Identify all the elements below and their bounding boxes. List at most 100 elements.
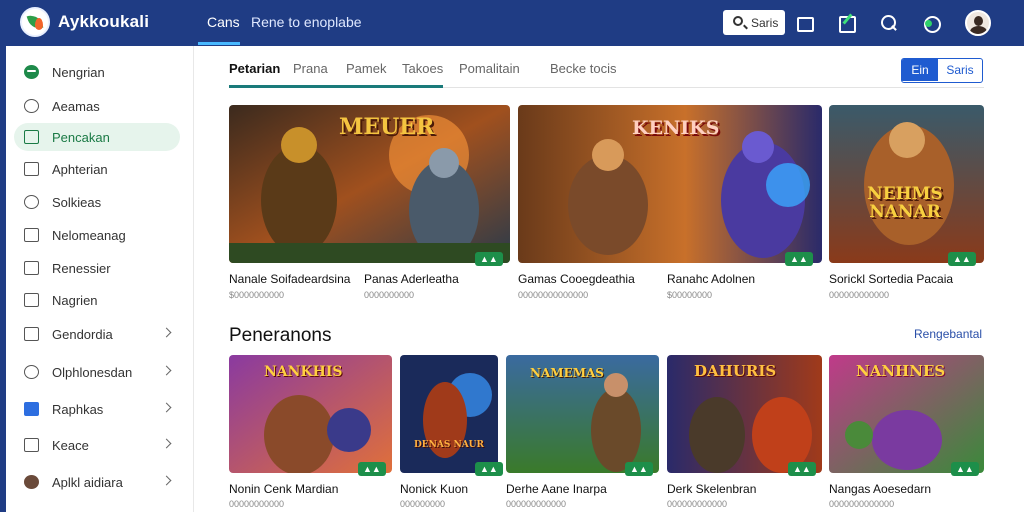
brand-icon [24, 65, 39, 79]
recommended-5-meta: 0000000000000 [829, 499, 895, 509]
sidebar-item-label: Aplkl aidiara [52, 475, 123, 490]
sidebar-item-olphlonesdan[interactable]: Olphlonesdan [14, 358, 180, 386]
sidebar-item-label: Nagrien [52, 293, 98, 308]
featured-3-art-title: KENIKS [632, 117, 720, 139]
sidebar-item-nengrian[interactable]: Nengrian [14, 58, 180, 86]
search-button-label: Saris [751, 16, 779, 30]
featured-3-title[interactable]: Gamas Cooegdeathia [518, 272, 635, 286]
sidebar-item-aplkl-aidiara[interactable]: Aplkl aidiara [14, 468, 180, 496]
view-toggle: Ein Saris [901, 58, 983, 83]
edit-icon[interactable] [838, 13, 858, 33]
user-photo-icon [24, 475, 39, 489]
search-icon [733, 16, 743, 26]
sidebar-item-label: Nelomeanag [52, 228, 126, 243]
recommended-2-title[interactable]: Nonick Kuon [400, 482, 468, 496]
top-tab-explore[interactable]: Rene to enoplabe [251, 14, 362, 30]
chevron-right-icon [161, 402, 172, 413]
featured-1-meta: $0000000000 [229, 290, 285, 300]
recommended-4-title[interactable]: Derk Skelenbran [667, 482, 756, 496]
featured-5-art-title: NEHMS NANAR [867, 184, 943, 222]
sidebar-item-label: Olphlonesdan [52, 365, 133, 380]
rating-badge: ▲▲ [948, 252, 976, 266]
image-icon [24, 402, 39, 416]
rating-badge: ▲▲ [625, 462, 653, 476]
sidebar-item-label: Gendordia [52, 327, 113, 342]
check-icon [24, 261, 39, 275]
recommended-3-meta: 000000000000 [506, 499, 567, 509]
view-toggle-ein[interactable]: Ein [902, 59, 938, 81]
featured-5-title[interactable]: Sorickl Sortedia Pacaia [829, 272, 953, 286]
recommended-5-title[interactable]: Nangas Aoesedarn [829, 482, 931, 496]
chevron-right-icon [161, 327, 172, 338]
tab-petarian[interactable]: Petarian [229, 61, 280, 76]
recommended-3-art-title: NAMEMAS [530, 366, 604, 380]
featured-2-title[interactable]: Panas Aderleatha [364, 272, 459, 286]
user-avatar[interactable] [965, 10, 991, 36]
sidebar-item-label: Pencakan [52, 130, 110, 145]
sidebar-item-raphkas[interactable]: Raphkas [14, 395, 180, 423]
app-title: Aykkoukali [58, 12, 150, 31]
sidebar-item-renessier[interactable]: Renessier [14, 254, 180, 282]
sidebar-item-label: Aphterian [52, 162, 108, 177]
sidebar-item-aeamas[interactable]: Aeamas [14, 92, 180, 120]
recommended-1-art-title: NANKHIS [264, 364, 343, 380]
sidebar-item-label: Aeamas [52, 99, 100, 114]
tab-becke-tocis[interactable]: Becke tocis [550, 61, 616, 76]
search-button[interactable]: Saris [723, 10, 785, 35]
featured-1-title[interactable]: Nanale Soifadeardsina [229, 272, 350, 286]
rating-badge: ▲▲ [358, 462, 386, 476]
featured-2-meta: 0000000000 [364, 290, 415, 300]
recommended-1-title[interactable]: Nonin Cenk Mardian [229, 482, 338, 496]
app-logo[interactable] [20, 7, 50, 37]
tab-pamek[interactable]: Pamek [346, 61, 386, 76]
section-title: Peneranons [229, 325, 332, 346]
featured-3-meta: 00000000000000 [518, 290, 589, 300]
recommended-3-title[interactable]: Derhe Aane Inarpa [506, 482, 607, 496]
sidebar-item-nelomeanag[interactable]: Nelomeanag [14, 221, 180, 249]
tab-prana[interactable]: Prana [293, 61, 328, 76]
magnifier-icon[interactable] [879, 13, 899, 33]
chevron-right-icon [161, 475, 172, 486]
tab-underline [229, 85, 443, 88]
rating-badge: ▲▲ [475, 252, 503, 266]
top-bar: Aykkoukali Cans Rene to enoplabe Saris [0, 0, 1024, 46]
tab-takoes[interactable]: Takoes [402, 61, 443, 76]
rating-badge: ▲▲ [475, 462, 503, 476]
recommended-1-meta: 00000000000 [229, 499, 285, 509]
view-toggle-saris[interactable]: Saris [938, 59, 982, 81]
sidebar-item-nagrien[interactable]: Nagrien [14, 286, 180, 314]
sidebar-item-pencakan[interactable]: Pencakan [14, 123, 180, 151]
top-tab-cans[interactable]: Cans [207, 14, 240, 30]
doc-icon [24, 162, 39, 176]
recommended-5-art-title: NANHNES [856, 362, 946, 380]
sidebar-item-aphterian[interactable]: Aphterian [14, 155, 180, 183]
sidebar-item-label: Keace [52, 438, 89, 453]
recommended-4-meta: 000000000000 [667, 499, 728, 509]
featured-4-meta: $00000000 [667, 290, 713, 300]
tab-pomalitain[interactable]: Pomalitain [459, 61, 520, 76]
chevron-right-icon [161, 365, 172, 376]
featured-4-title[interactable]: Ranahc Adolnen [667, 272, 755, 286]
section-see-all-link[interactable]: Rengebantal [914, 327, 982, 341]
gauge-icon [24, 99, 39, 113]
folder-icon [24, 228, 39, 242]
key-icon [24, 438, 39, 452]
recommended-4-art-title: DAHURIS [694, 362, 777, 380]
recommended-2-art-title: DENAS NAUR [413, 440, 485, 450]
sidebar-item-label: Renessier [52, 261, 111, 276]
notification-icon[interactable] [921, 13, 941, 33]
rating-badge: ▲▲ [951, 462, 979, 476]
featured-1-art-title: MEUER [339, 114, 435, 140]
sidebar-item-keace[interactable]: Keace [14, 431, 180, 459]
page-icon [24, 293, 39, 307]
sidebar-item-label: Nengrian [52, 65, 105, 80]
sidebar-item-label: Raphkas [52, 402, 104, 417]
sidebar-item-label: Solkieas [52, 195, 102, 210]
sidebar-item-solkieas[interactable]: Solkieas [14, 188, 180, 216]
recommended-card-2-image[interactable] [400, 355, 498, 473]
sidebar-item-gendordia[interactable]: Gendordia [14, 320, 180, 348]
rating-badge: ▲▲ [785, 252, 813, 266]
recommended-2-meta: 000000000 [400, 499, 446, 509]
library-icon[interactable] [795, 13, 815, 33]
rating-badge: ▲▲ [788, 462, 816, 476]
